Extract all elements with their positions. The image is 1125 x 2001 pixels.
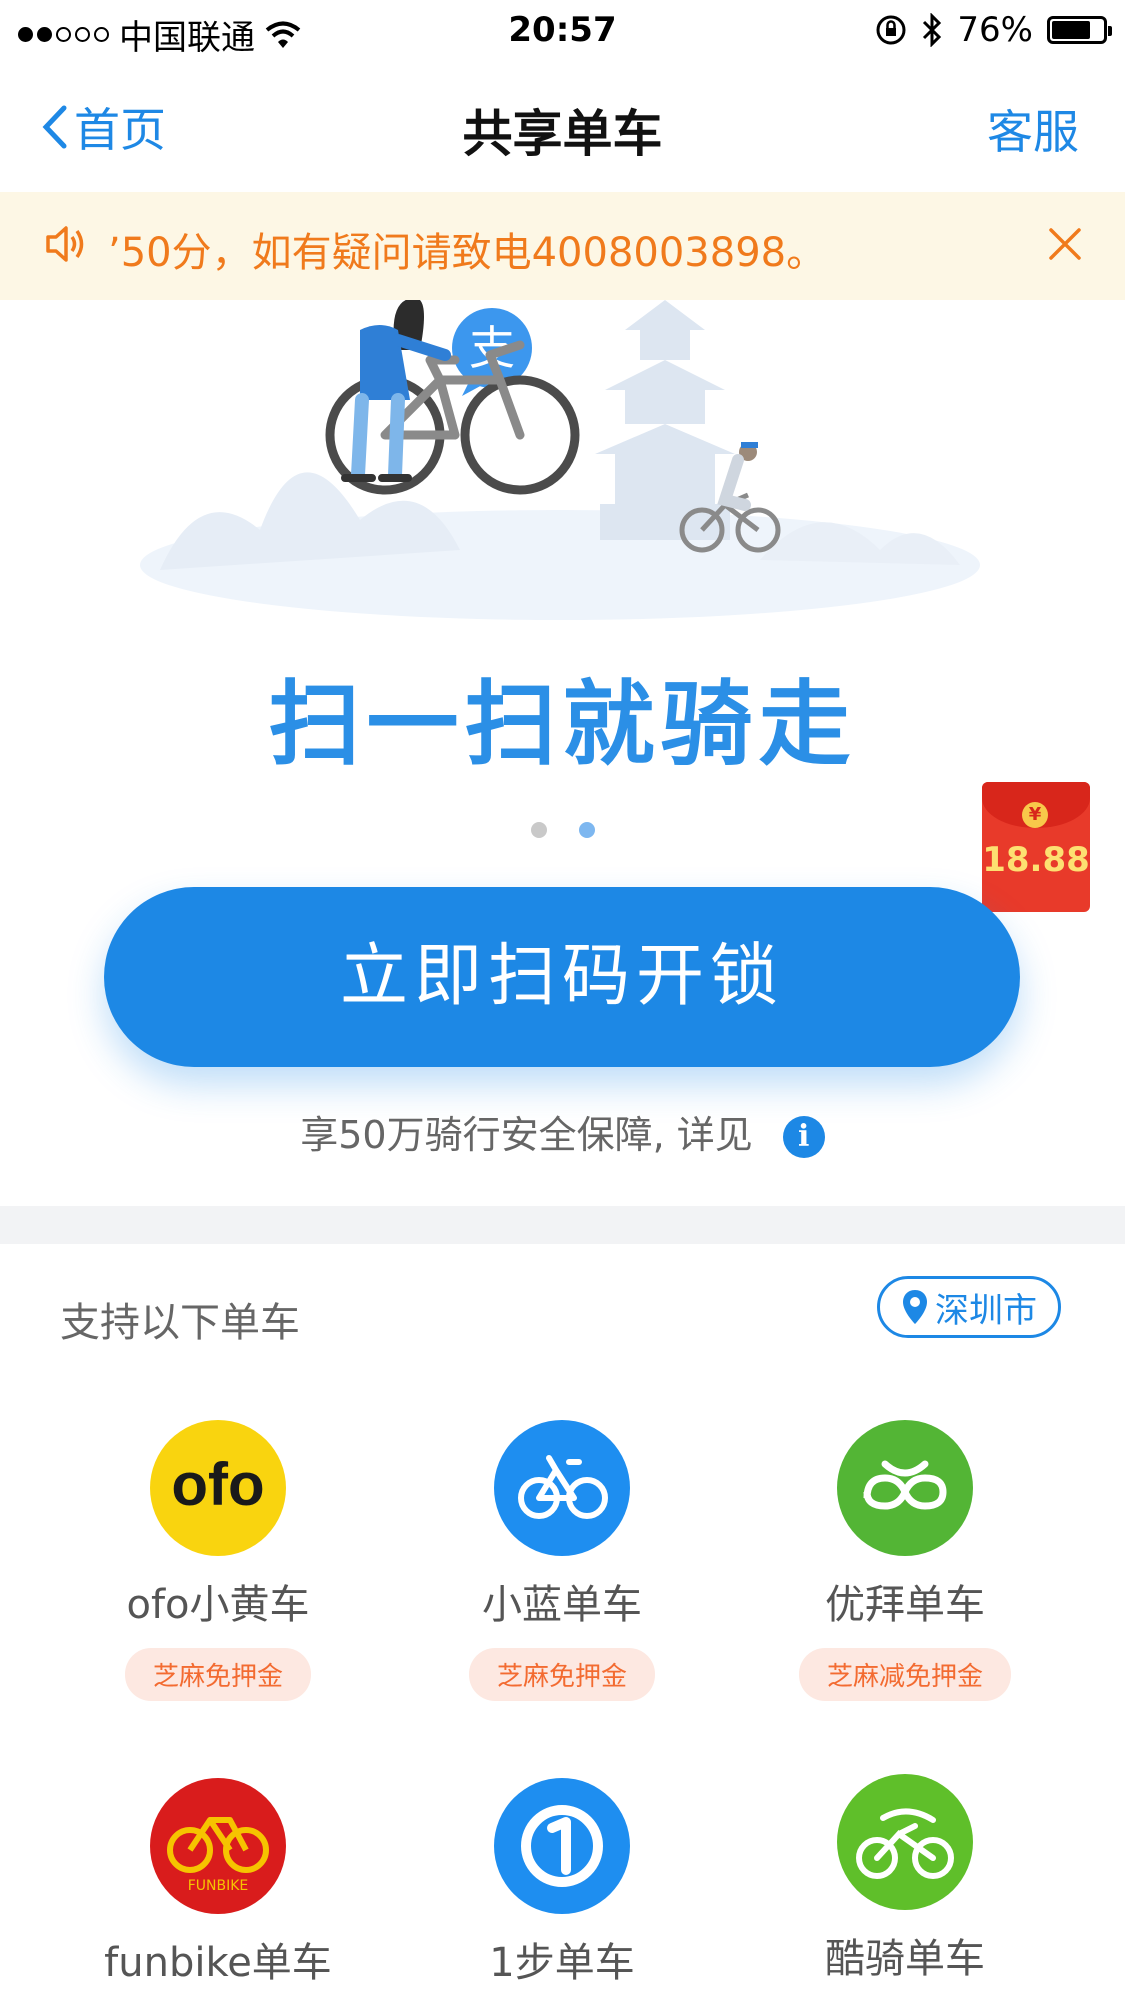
bluetooth-icon — [923, 13, 942, 47]
city-name: 深圳市 — [935, 1290, 1037, 1331]
bike-ofo[interactable]: ofo ofo小黄车 芝麻免押金 — [68, 1420, 368, 1701]
supported-bikes-title: 支持以下单车 — [60, 1300, 300, 1346]
battery-percent: 76% — [957, 10, 1033, 50]
ofo-logo-text: ofo — [171, 1451, 265, 1518]
bike-ubike[interactable]: 优拜单车 芝麻减免押金 — [755, 1420, 1055, 1701]
red-packet-amount: 18.88 — [982, 840, 1090, 880]
bike-name: funbike单车 — [104, 1940, 332, 1986]
carousel-indicators — [0, 822, 1125, 838]
info-icon[interactable]: i — [782, 1116, 825, 1158]
bluegogo-logo-icon — [494, 1420, 630, 1556]
onestep-logo-icon — [494, 1778, 630, 1914]
location-pin-icon — [903, 1290, 927, 1324]
carousel-dot-active[interactable] — [578, 822, 595, 838]
bike-name: ofo小黄车 — [126, 1582, 310, 1628]
kuqi-logo-icon — [837, 1774, 973, 1910]
ubike-logo-icon — [837, 1420, 973, 1556]
notice-bar: ’50分，如有疑问请致电4008003898。 — [0, 192, 1125, 300]
close-icon[interactable] — [1045, 224, 1085, 264]
bike-kuqi[interactable]: 酷骑单车 — [755, 1774, 1055, 1984]
pagoda-drawing — [595, 300, 735, 540]
deposit-tag: 芝麻免押金 — [124, 1648, 311, 1701]
ofo-logo-icon: ofo — [150, 1420, 286, 1556]
notice-text: ’50分，如有疑问请致电4008003898。 — [108, 230, 827, 276]
insurance-note: 享50万骑行安全保障, 详见 i — [0, 1104, 1125, 1159]
bike-name: 小蓝单车 — [482, 1582, 642, 1628]
insurance-text: 享50万骑行安全保障, 详见 — [300, 1113, 753, 1157]
rotation-lock-icon — [876, 15, 906, 45]
red-packet-button[interactable]: ¥ 18.88 — [982, 782, 1090, 912]
section-divider — [0, 1206, 1125, 1244]
funbike-logo-text: FUNBIKE — [188, 1878, 249, 1894]
bike-name: 1步单车 — [489, 1940, 635, 1986]
scan-unlock-button[interactable]: 立即扫码开锁 — [104, 887, 1020, 1067]
yen-icon: ¥ — [1022, 802, 1048, 828]
funbike-logo-icon: FUNBIKE — [150, 1778, 286, 1914]
bike-bluegogo[interactable]: 小蓝单车 芝麻免押金 — [412, 1420, 712, 1701]
bike-name: 优拜单车 — [825, 1582, 985, 1628]
speaker-icon — [46, 226, 84, 262]
status-right: 76% — [875, 10, 1112, 50]
banner-illustration: 支 — [140, 300, 980, 620]
banner-carousel[interactable]: 支 扫一扫就骑走 — [0, 300, 1125, 860]
nav-bar: 首页 共享单车 客服 — [0, 64, 1125, 192]
banner-slogan: 扫一扫就骑走 — [268, 671, 857, 778]
city-selector[interactable]: 深圳市 — [877, 1276, 1061, 1338]
deposit-tag: 芝麻减免押金 — [798, 1648, 1011, 1701]
customer-service-button[interactable]: 客服 — [987, 96, 1079, 162]
carousel-dot[interactable] — [530, 822, 547, 838]
deposit-tag: 芝麻免押金 — [468, 1648, 655, 1701]
page-title: 共享单车 — [462, 105, 663, 163]
bike-1bu[interactable]: 1步单车 — [412, 1778, 712, 1988]
woman-with-bike — [325, 300, 580, 495]
battery-icon — [1047, 16, 1112, 44]
status-bar: 中国联通 20:57 76% — [0, 0, 1125, 64]
bike-funbike[interactable]: FUNBIKE funbike单车 — [68, 1778, 368, 1988]
bike-name: 酷骑单车 — [825, 1936, 985, 1982]
